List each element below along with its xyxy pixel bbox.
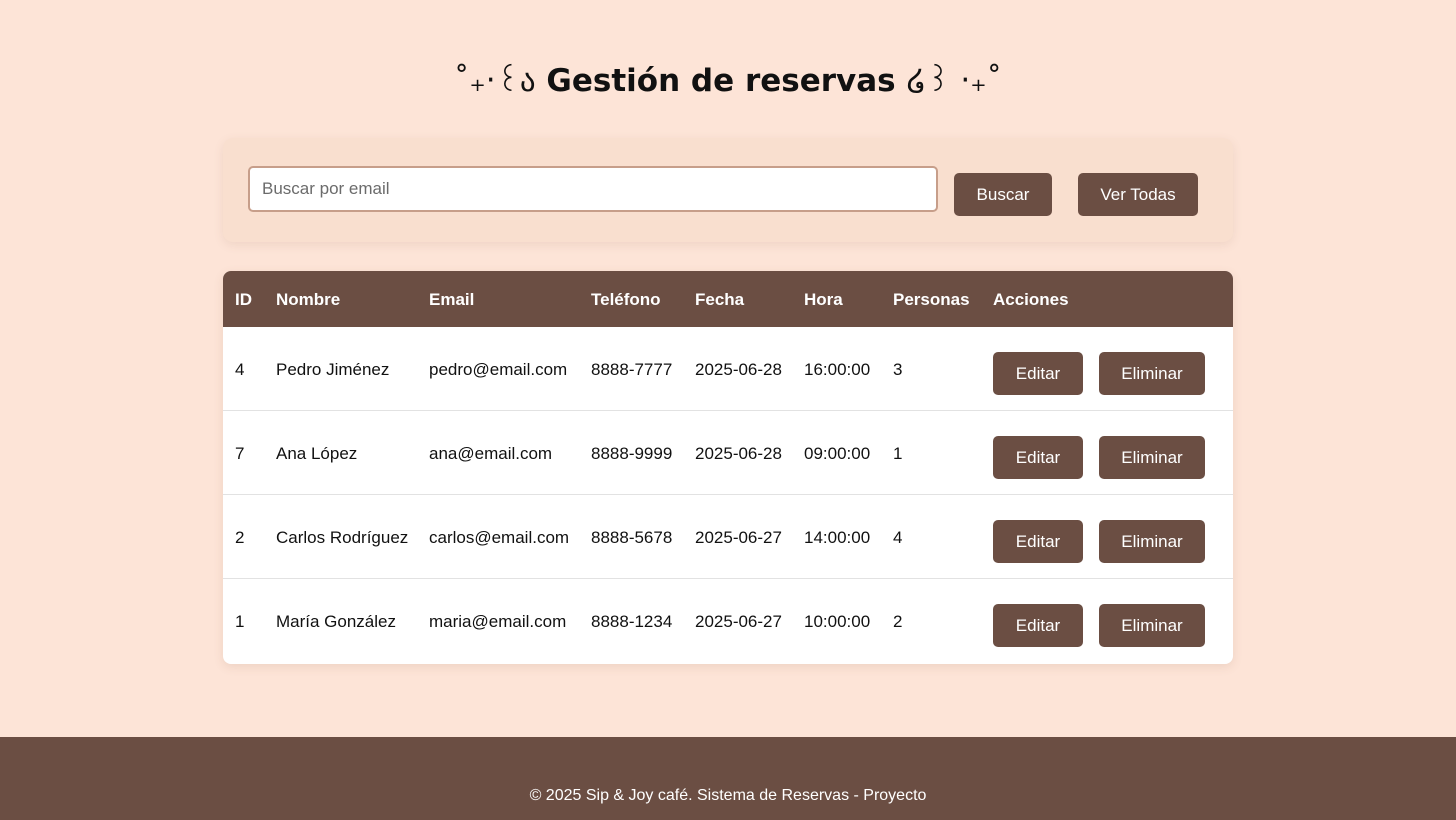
column-header-fecha: Fecha — [695, 290, 745, 309]
cell-personas: 1 — [893, 444, 903, 463]
cell-nombre: Carlos Rodríguez — [276, 528, 409, 547]
cell-fecha: 2025-06-27 — [695, 528, 782, 547]
cell-nombre: Pedro Jiménez — [276, 360, 390, 379]
column-header-hora: Hora — [804, 290, 843, 309]
cell-email: maria@email.com — [429, 612, 567, 631]
edit-button[interactable]: Editar — [993, 520, 1083, 563]
delete-button[interactable]: Eliminar — [1099, 436, 1205, 479]
footer-copyright: © 2025 Sip & Joy café. Sistema de Reserv… — [529, 787, 927, 804]
view-all-button[interactable]: Ver Todas — [1078, 173, 1198, 216]
search-button[interactable]: Buscar — [954, 173, 1052, 216]
delete-button[interactable]: Eliminar — [1099, 520, 1205, 563]
edit-button[interactable]: Editar — [993, 436, 1083, 479]
cell-telefono: 8888-7777 — [591, 360, 673, 379]
cell-email: carlos@email.com — [429, 528, 570, 547]
cell-email: ana@email.com — [429, 444, 553, 463]
edit-button[interactable]: Editar — [993, 352, 1083, 395]
table-row: 1 María González maria@email.com 8888-12… — [223, 579, 1233, 663]
cell-telefono: 8888-5678 — [591, 528, 673, 547]
cell-fecha: 2025-06-27 — [695, 612, 782, 631]
column-header-telefono: Teléfono — [591, 290, 661, 309]
cell-telefono: 8888-9999 — [591, 444, 673, 463]
page-title: ˚₊‧꒰ა Gestión de reservas ໒꒱ ‧₊˚ — [0, 58, 1456, 99]
table-header: ID Nombre Email Teléfono Fecha Hora Pers… — [223, 271, 1233, 327]
cell-telefono: 8888-1234 — [591, 612, 673, 631]
cell-id: 1 — [235, 612, 245, 631]
cell-hora: 09:00:00 — [804, 444, 871, 463]
cell-hora: 10:00:00 — [804, 612, 871, 631]
cell-fecha: 2025-06-28 — [695, 360, 782, 379]
table-row: 7 Ana López ana@email.com 8888-9999 2025… — [223, 411, 1233, 495]
cell-fecha: 2025-06-28 — [695, 444, 782, 463]
footer: © 2025 Sip & Joy café. Sistema de Reserv… — [0, 737, 1456, 820]
column-header-acciones: Acciones — [993, 290, 1069, 309]
cell-personas: 3 — [893, 360, 903, 379]
cell-id: 4 — [235, 360, 245, 379]
cell-email: pedro@email.com — [429, 360, 568, 379]
cell-nombre: Ana López — [276, 444, 358, 463]
table-row: 2 Carlos Rodríguez carlos@email.com 8888… — [223, 495, 1233, 579]
cell-hora: 14:00:00 — [804, 528, 871, 547]
column-header-id: ID — [235, 290, 252, 309]
cell-hora: 16:00:00 — [804, 360, 871, 379]
reservations-table: ID Nombre Email Teléfono Fecha Hora Pers… — [223, 271, 1233, 664]
column-header-personas: Personas — [893, 290, 970, 309]
cell-personas: 2 — [893, 612, 903, 631]
delete-button[interactable]: Eliminar — [1099, 352, 1205, 395]
delete-button[interactable]: Eliminar — [1099, 604, 1205, 647]
title-decoration-left: ˚₊‧꒰ა — [453, 63, 536, 99]
cell-nombre: María González — [276, 612, 396, 631]
title-decoration-right: ໒꒱ ‧₊˚ — [906, 63, 1003, 99]
cell-personas: 4 — [893, 528, 903, 547]
cell-id: 2 — [235, 528, 245, 547]
search-panel: Buscar Ver Todas — [223, 138, 1233, 242]
search-email-input[interactable] — [248, 166, 938, 212]
page: ˚₊‧꒰ა Gestión de reservas ໒꒱ ‧₊˚ Buscar … — [0, 0, 1456, 820]
edit-button[interactable]: Editar — [993, 604, 1083, 647]
column-header-nombre: Nombre — [276, 290, 341, 309]
table-row: 4 Pedro Jiménez pedro@email.com 8888-777… — [223, 327, 1233, 411]
title-text: Gestión de reservas — [546, 63, 896, 99]
cell-id: 7 — [235, 444, 245, 463]
column-header-email: Email — [429, 290, 475, 309]
